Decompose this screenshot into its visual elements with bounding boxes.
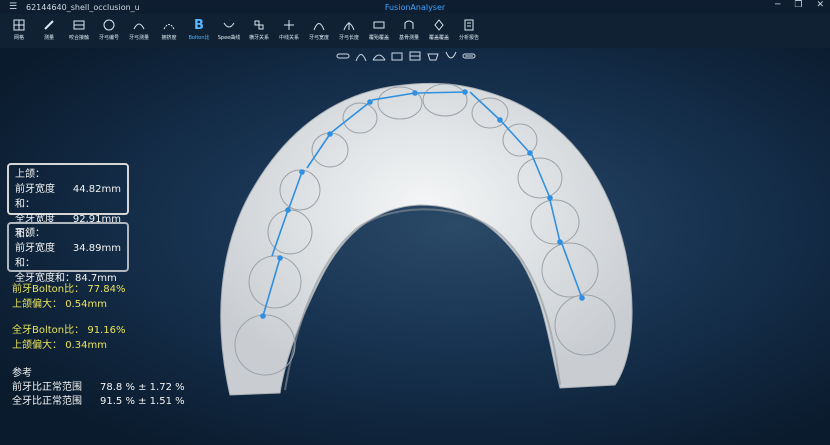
reference-overall-value: 91.5 % ± 1.51 % xyxy=(100,396,185,407)
anterior-bolton-result: 前牙Bolton比： 77.84% 上颌偏大： 0.54mm xyxy=(12,282,125,312)
upper-anterior-label: 前牙宽度和： xyxy=(15,184,55,210)
lower-anterior-value: 34.89mm xyxy=(72,243,121,254)
overall-bolton-label: 全牙Bolton比： xyxy=(12,325,85,336)
overall-bolton-result: 全牙Bolton比： 91.16% 上颌偏大： 0.34mm xyxy=(12,323,125,353)
reference-title: 参考 xyxy=(12,368,32,379)
reference-anterior-value: 78.8 % ± 1.72 % xyxy=(100,382,185,393)
upper-jaw-panel: 上颌： 前牙宽度和： 44.82mm 全牙宽度和： 92.91mm xyxy=(7,163,129,240)
upper-jaw-title: 上颌： xyxy=(15,169,45,180)
lower-jaw-panel: 下颌： 前牙宽度和： 34.89mm 全牙宽度和： 84.7mm xyxy=(7,222,129,284)
reference-panel: 参考 前牙比正常范围 78.8 % ± 1.72 % 全牙比正常范围 91.5 % … xyxy=(12,367,185,409)
reference-overall-label: 全牙比正常范围 xyxy=(12,396,82,407)
anterior-bolton-label: 前牙Bolton比： xyxy=(12,284,85,295)
reference-anterior-label: 前牙比正常范围 xyxy=(12,382,82,393)
upper-anterior-value: 44.82mm xyxy=(72,184,121,195)
overall-excess-value: 0.34mm xyxy=(65,340,107,351)
anterior-excess-label: 上颌偏大： xyxy=(12,299,62,310)
overall-bolton-value: 91.16% xyxy=(87,325,126,336)
overall-excess-label: 上颌偏大： xyxy=(12,340,62,351)
anterior-excess-value: 0.54mm xyxy=(65,299,107,310)
lower-jaw-title: 下颌： xyxy=(15,228,45,239)
anterior-bolton-value: 77.84% xyxy=(87,284,126,295)
lower-anterior-label: 前牙宽度和： xyxy=(15,243,55,269)
